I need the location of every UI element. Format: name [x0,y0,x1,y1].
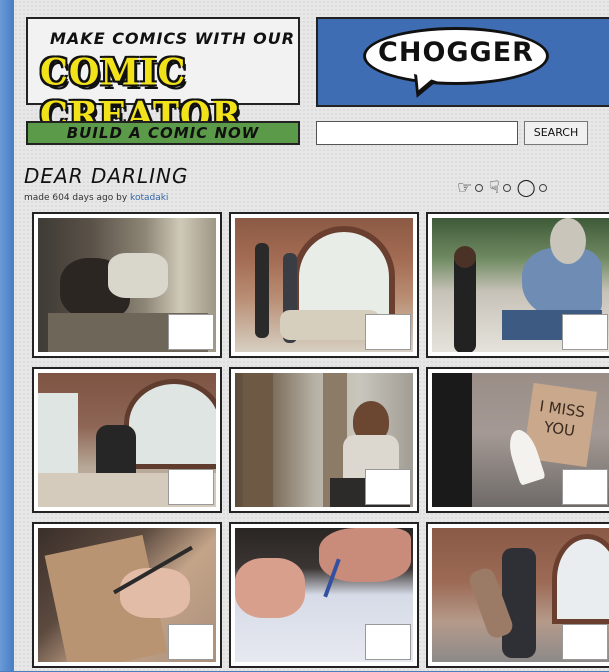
panel-8-speech-box [365,624,411,660]
comic-panel-1[interactable] [32,212,222,358]
thumbs-down-icon[interactable]: ☟ [489,178,499,198]
comment-count-indicator [538,184,547,192]
panel-3-speech-box [562,314,608,350]
search-input[interactable] [316,121,518,145]
comic-panel-6[interactable]: I MISS YOU [426,367,609,513]
promo-line-1: MAKE COMICS WITH OUR [50,29,296,48]
build-comic-button[interactable]: BUILD A COMIC NOW [26,121,300,145]
comic-creator-promo[interactable]: MAKE COMICS WITH OUR COMIC CREATOR [26,17,300,137]
author-link[interactable]: kotadaki [130,193,168,203]
chogger-page: MAKE COMICS WITH OUR COMIC CREATOR CHOGG… [14,0,609,671]
comic-title: DEAR DARLING [24,164,189,188]
panel-7-speech-box [168,624,214,660]
comic-panel-2[interactable] [229,212,419,358]
panel-4-speech-box [168,469,214,505]
dislike-action[interactable]: ☟ [489,178,511,198]
comic-panel-4[interactable] [32,367,222,513]
search-button[interactable]: SEARCH [524,121,588,145]
panel-1-speech-box [168,314,214,350]
comic-panel-9[interactable] [426,522,609,668]
dislike-count-indicator [502,184,511,192]
panel-5-speech-box [365,469,411,505]
panel-6-speech-box [562,469,608,505]
comment-bubble-icon[interactable]: ◯ [517,178,536,198]
comic-panel-7[interactable] [32,522,222,668]
comic-panel-3[interactable] [426,212,609,358]
thumbs-up-icon[interactable]: ☞ [457,178,472,198]
panel-2-speech-box [365,314,411,350]
comic-panel-grid: I MISS YOU [32,212,609,672]
like-action[interactable]: ☞ [457,178,484,198]
comic-panel-8[interactable] [229,522,419,668]
panel-9-speech-box [562,624,608,660]
chogger-logo[interactable]: CHOGGER [316,17,609,107]
comic-meta-prefix: made 604 days ago by [24,193,128,203]
comic-actions: ☞ ☟ ◯ [457,178,547,198]
comment-action[interactable]: ◯ [517,178,547,198]
logo-text: CHOGGER [378,37,534,68]
like-count-indicator [475,184,484,192]
comic-meta: made 604 days ago by kotadaki [24,193,168,203]
comic-panel-5[interactable] [229,367,419,513]
